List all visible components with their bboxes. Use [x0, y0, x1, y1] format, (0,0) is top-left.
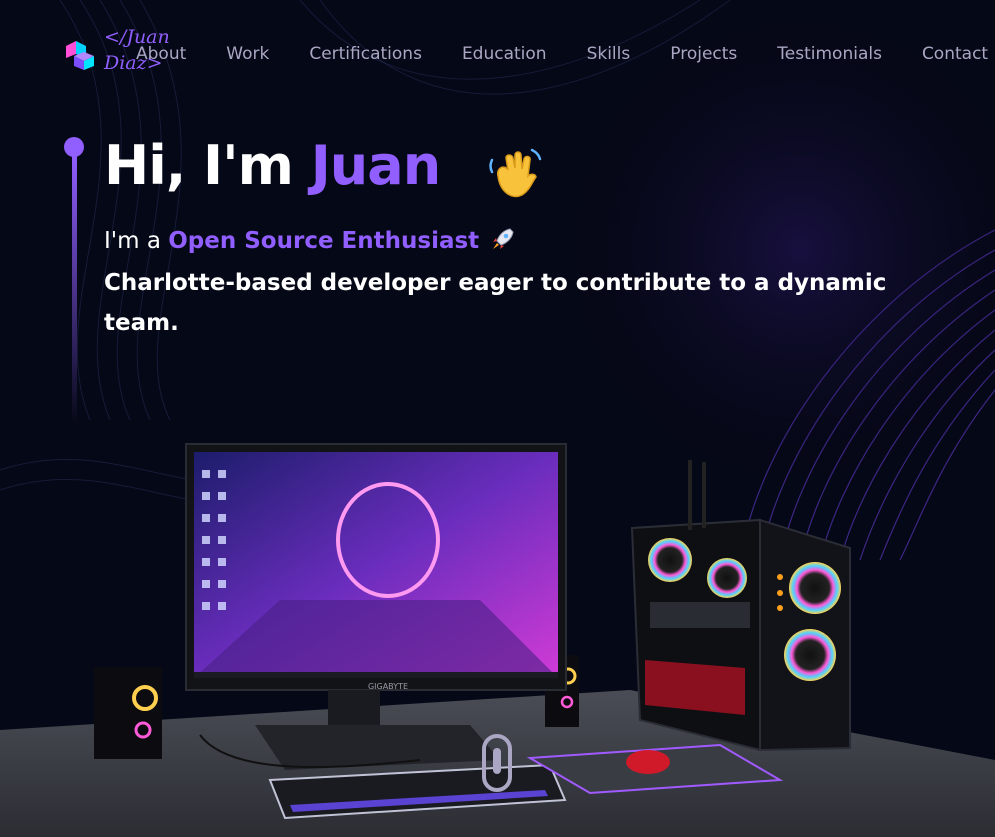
- monitor-brand: GIGABYTE: [368, 682, 408, 691]
- hero-role-prefix: I'm a: [104, 228, 169, 254]
- waving-hand-icon: [489, 148, 542, 198]
- scroll-indicator-icon[interactable]: [482, 734, 512, 792]
- scroll-indicator-dot: [493, 748, 501, 774]
- left-speaker: [94, 667, 162, 759]
- hero-timeline-dot: [64, 137, 84, 157]
- top-navigation: About Work Certifications Education Skil…: [136, 44, 995, 64]
- mouse: [626, 750, 670, 774]
- nav-link-contact[interactable]: Contact: [922, 44, 988, 64]
- hero-greeting: Hi, I'm: [104, 134, 311, 197]
- nav-link-projects[interactable]: Projects: [670, 44, 737, 64]
- hero-name: Juan: [310, 134, 441, 197]
- monitor-neck: [328, 690, 380, 728]
- hero-role-line: I'm a Open Source Enthusiast: [104, 226, 516, 254]
- nav-link-education[interactable]: Education: [462, 44, 547, 64]
- hero-title: Hi, I'm Juan: [104, 134, 441, 197]
- pc-fan-1: [648, 538, 692, 582]
- hero-tagline: Charlotte-based developer eager to contr…: [104, 270, 887, 336]
- nav-link-skills[interactable]: Skills: [587, 44, 631, 64]
- nav-link-about[interactable]: About: [136, 44, 186, 64]
- nav-link-testimonials[interactable]: Testimonials: [777, 44, 882, 64]
- hero-timeline-line: [72, 155, 77, 425]
- pc-fan-2: [707, 558, 747, 598]
- nav-link-work[interactable]: Work: [226, 44, 269, 64]
- pc-fan-4: [784, 629, 836, 681]
- pc-fan-3: [789, 562, 841, 614]
- hero-role: Open Source Enthusiast: [168, 228, 480, 254]
- rocket-icon: [493, 228, 515, 249]
- logo-cube-icon: [66, 41, 94, 70]
- nav-link-certifications[interactable]: Certifications: [309, 44, 422, 64]
